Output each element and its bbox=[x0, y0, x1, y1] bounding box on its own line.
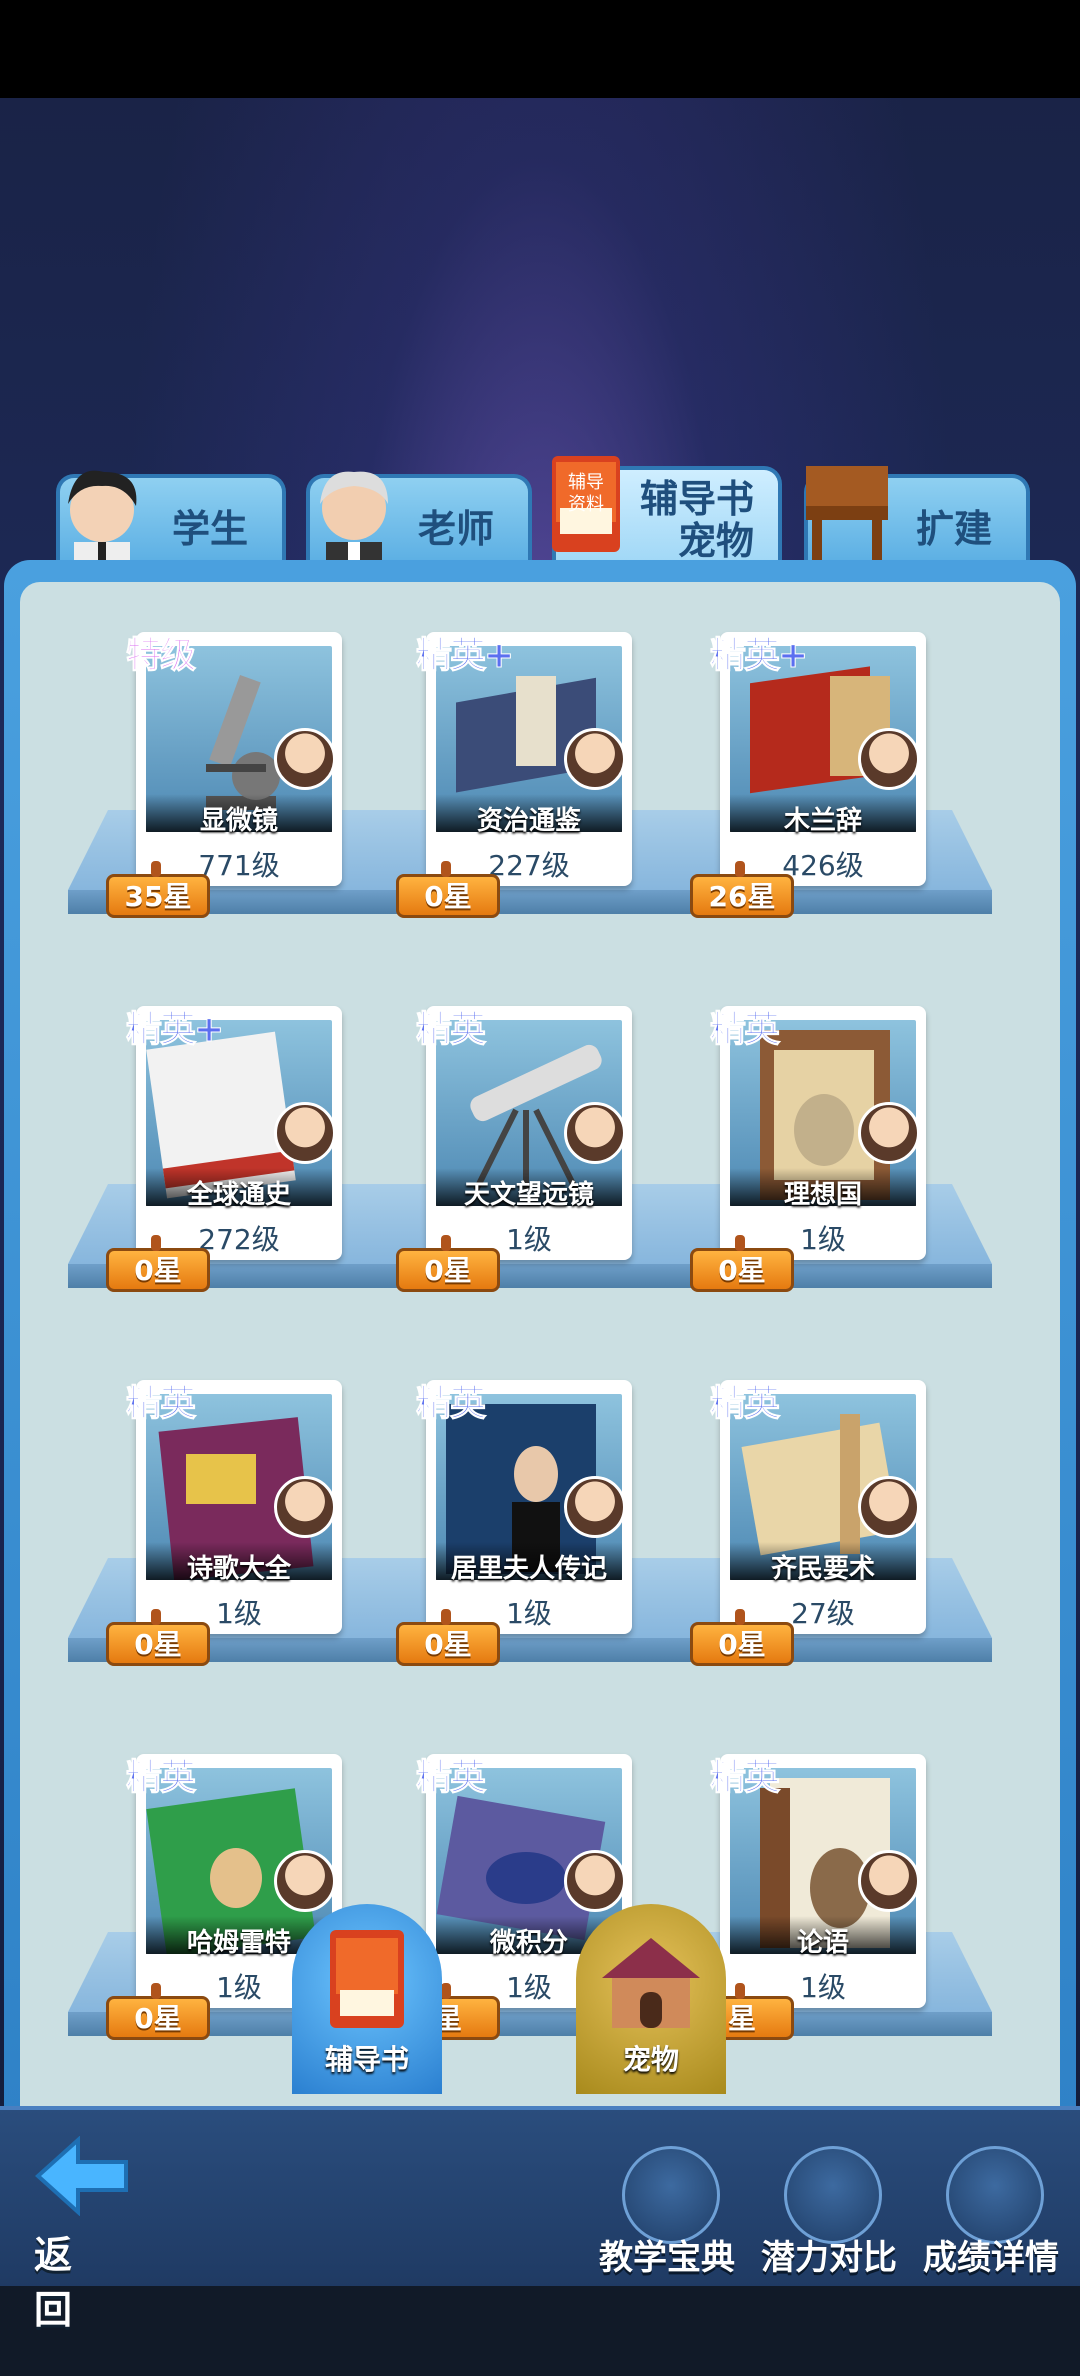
grade-badge: 精英+ bbox=[709, 635, 808, 677]
student-avatar bbox=[564, 728, 626, 790]
student-avatar bbox=[858, 728, 920, 790]
star-tag: 0星 bbox=[396, 861, 500, 918]
book-card[interactable]: 理想国 1级 精英 0星 bbox=[690, 1006, 926, 1292]
potential-compare-label: 潜力对比 bbox=[761, 2238, 897, 2278]
grade-badge: 精英 bbox=[709, 1009, 780, 1051]
tab-label-students: 学生 bbox=[171, 507, 248, 551]
book-name: 齐民要术 bbox=[770, 1554, 875, 1584]
student-avatar bbox=[274, 1476, 336, 1538]
student-avatar bbox=[274, 1102, 336, 1164]
doghouse-icon bbox=[602, 1938, 700, 2028]
teaching-guide-label: 教学宝典 bbox=[599, 2238, 735, 2278]
grade-badge: 精英+ bbox=[415, 635, 514, 677]
book-card[interactable]: 资治通鉴 227级 精英+ 0星 bbox=[396, 632, 632, 918]
grade-badge: 精英 bbox=[125, 1757, 196, 1799]
bottom-safe-area bbox=[0, 2286, 1080, 2376]
tab-expand[interactable]: 扩建 bbox=[804, 466, 1030, 566]
teacher-avatar-icon bbox=[320, 471, 388, 572]
book-name: 显微镜 bbox=[199, 806, 278, 836]
grade-badge: 精英 bbox=[709, 1383, 780, 1425]
tab-label-books-pets: 辅导书 宠物 bbox=[640, 478, 754, 562]
tab-books-pets[interactable]: 辅导 资料 辅导书 宠物 bbox=[552, 456, 782, 566]
book-card[interactable]: 天文望远镜 1级 精英 0星 bbox=[396, 1006, 632, 1292]
student-avatar bbox=[274, 728, 336, 790]
star-tag: 0星 bbox=[106, 1235, 210, 1292]
book-card[interactable]: 诗歌大全 1级 精英 0星 bbox=[106, 1380, 342, 1666]
star-tag: 0星 bbox=[396, 1235, 500, 1292]
back-label: 返 回 bbox=[34, 2233, 83, 2332]
student-avatar bbox=[564, 1476, 626, 1538]
book-card[interactable]: 显微镜 771级 特级 35星 bbox=[106, 632, 342, 918]
book-name: 居里夫人传记 bbox=[450, 1554, 607, 1584]
star-tag: 0星 bbox=[396, 1609, 500, 1666]
book-name: 理想国 bbox=[783, 1180, 862, 1210]
tab-label-books: 辅导书 bbox=[639, 477, 754, 521]
books-toggle-label: 辅导书 bbox=[324, 2043, 409, 2076]
tab-students[interactable]: 学生 bbox=[56, 470, 286, 574]
book-name: 论语 bbox=[796, 1928, 849, 1958]
book-card[interactable]: 齐民要术 27级 精英 0星 bbox=[690, 1380, 926, 1666]
desk-icon bbox=[806, 466, 888, 566]
pets-toggle-label: 宠物 bbox=[622, 2043, 679, 2076]
book-name: 全球通史 bbox=[186, 1180, 291, 1210]
grade-badge: 特级 bbox=[125, 635, 196, 677]
student-avatar bbox=[564, 1102, 626, 1164]
book-name: 木兰辞 bbox=[783, 806, 862, 836]
svg-text:资料: 资料 bbox=[568, 494, 604, 515]
status-bar bbox=[0, 0, 1080, 98]
book-icon bbox=[330, 1930, 404, 2028]
student-avatar bbox=[564, 1850, 626, 1912]
tab-label-pets: 宠物 bbox=[677, 519, 754, 563]
student-avatar bbox=[858, 1850, 920, 1912]
potential-compare-button[interactable]: 潜力对比 bbox=[744, 2146, 914, 2278]
pets-toggle-button[interactable]: 宠物 bbox=[576, 1904, 726, 2094]
star-tag: 26星 bbox=[690, 861, 794, 918]
tab-teachers[interactable]: 老师 bbox=[306, 471, 532, 572]
star-tag: 35星 bbox=[106, 861, 210, 918]
student-avatar bbox=[274, 1850, 336, 1912]
book-name: 诗歌大全 bbox=[186, 1554, 291, 1584]
book-name: 资治通鉴 bbox=[476, 806, 581, 836]
grade-badge: 精英 bbox=[415, 1383, 486, 1425]
book-card[interactable]: 全球通史 272级 精英+ 0星 bbox=[106, 1006, 342, 1292]
back-button[interactable]: 返 回 bbox=[24, 2136, 144, 2332]
svg-text:辅导: 辅导 bbox=[568, 472, 604, 493]
score-details-label: 成绩详情 bbox=[923, 2238, 1059, 2278]
back-arrow-icon bbox=[35, 2136, 128, 2216]
score-details-button[interactable]: 成绩详情 bbox=[906, 2146, 1076, 2278]
book-tab-icon: 辅导 资料 bbox=[552, 456, 620, 552]
books-toggle-button[interactable]: 辅导书 bbox=[292, 1904, 442, 2094]
book-name: 天文望远镜 bbox=[463, 1180, 594, 1210]
book-card[interactable]: 居里夫人传记 1级 精英 0星 bbox=[396, 1380, 632, 1666]
tab-label-teachers: 老师 bbox=[417, 507, 494, 551]
book-card[interactable]: 木兰辞 426级 精英+ 26星 bbox=[690, 632, 926, 918]
grade-badge: 精英+ bbox=[125, 1009, 224, 1051]
star-tag: 0星 bbox=[690, 1609, 794, 1666]
grade-badge: 精英 bbox=[415, 1757, 486, 1799]
grade-badge: 精英 bbox=[709, 1757, 780, 1799]
student-avatar bbox=[858, 1476, 920, 1538]
star-tag: 0星 bbox=[106, 1983, 210, 2040]
star-tag: 0星 bbox=[690, 1235, 794, 1292]
student-avatar bbox=[858, 1102, 920, 1164]
tab-label-expand: 扩建 bbox=[915, 507, 992, 551]
student-avatar-icon bbox=[68, 470, 137, 574]
book-card[interactable]: 论语 1级 精英 星 bbox=[690, 1754, 926, 2040]
grade-badge: 精英 bbox=[415, 1009, 486, 1051]
grade-badge: 精英 bbox=[125, 1383, 196, 1425]
teaching-guide-button[interactable]: 教学宝典 bbox=[582, 2146, 752, 2278]
star-tag: 0星 bbox=[106, 1609, 210, 1666]
